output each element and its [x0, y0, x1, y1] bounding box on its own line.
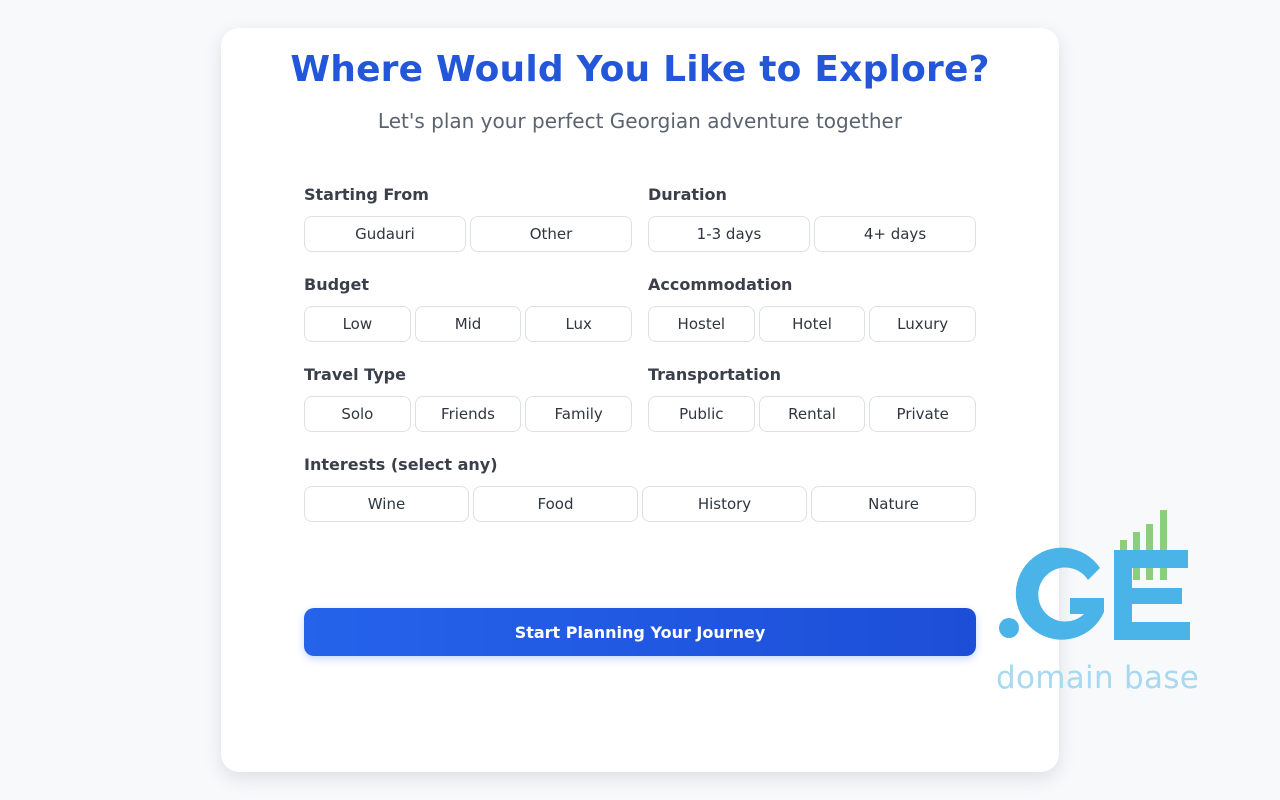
accommodation-label: Accommodation — [648, 275, 793, 294]
duration-group: Duration 1-3 days 4+ days — [648, 185, 976, 252]
option-rental[interactable]: Rental — [758, 396, 866, 432]
interests-label: Interests (select any) — [304, 455, 498, 474]
duration-options: 1-3 days 4+ days — [648, 216, 976, 252]
logo-text: domain base — [996, 660, 1200, 696]
option-gudauri[interactable]: Gudauri — [304, 216, 466, 252]
travel-type-options: Solo Friends Family — [304, 396, 633, 432]
page-subtitle: Let's plan your perfect Georgian adventu… — [377, 109, 903, 133]
interests-options: Wine Food History Nature — [304, 486, 976, 522]
logo-bar — [1160, 510, 1167, 580]
budget-options: Low Mid Lux — [304, 306, 633, 342]
accommodation-group: Accommodation Hostel Hotel Luxury — [648, 275, 977, 342]
page-title: Where Would You Like to Explore? — [290, 49, 990, 90]
starting-from-options: Gudauri Other — [304, 216, 632, 252]
transportation-label: Transportation — [648, 365, 782, 384]
option-hostel[interactable]: Hostel — [648, 306, 755, 342]
option-nature[interactable]: Nature — [811, 486, 976, 522]
transportation-options: Public Rental Private — [648, 396, 977, 432]
accommodation-options: Hostel Hotel Luxury — [648, 306, 977, 342]
option-1-3-days[interactable]: 1-3 days — [648, 216, 810, 252]
option-history[interactable]: History — [642, 486, 807, 522]
option-solo[interactable]: Solo — [304, 396, 411, 432]
starting-from-group: Starting From Gudauri Other — [304, 185, 632, 252]
option-mid[interactable]: Mid — [414, 306, 522, 342]
budget-label: Budget — [304, 275, 369, 294]
duration-label: Duration — [648, 185, 727, 204]
option-other[interactable]: Other — [470, 216, 632, 252]
option-friends[interactable]: Friends — [414, 396, 522, 432]
logo-dot — [999, 618, 1019, 638]
option-family[interactable]: Family — [525, 396, 633, 432]
option-luxury[interactable]: Luxury — [869, 306, 977, 342]
travel-type-group: Travel Type Solo Friends Family — [304, 365, 633, 432]
travel-type-label: Travel Type — [304, 365, 406, 384]
transportation-group: Transportation Public Rental Private — [648, 365, 977, 432]
option-low[interactable]: Low — [304, 306, 411, 342]
starting-from-label: Starting From — [304, 185, 429, 204]
budget-group: Budget Low Mid Lux — [304, 275, 633, 342]
option-private[interactable]: Private — [869, 396, 977, 432]
option-4-plus-days[interactable]: 4+ days — [814, 216, 976, 252]
option-food[interactable]: Food — [473, 486, 638, 522]
start-planning-button[interactable]: Start Planning Your Journey — [304, 608, 976, 656]
option-public[interactable]: Public — [648, 396, 755, 432]
option-lux[interactable]: Lux — [525, 306, 633, 342]
option-hotel[interactable]: Hotel — [758, 306, 866, 342]
logo-letter-g — [1015, 547, 1104, 640]
logo-letter-e — [1114, 550, 1190, 640]
option-wine[interactable]: Wine — [304, 486, 469, 522]
interests-group: Interests (select any) Wine Food History… — [304, 455, 976, 522]
